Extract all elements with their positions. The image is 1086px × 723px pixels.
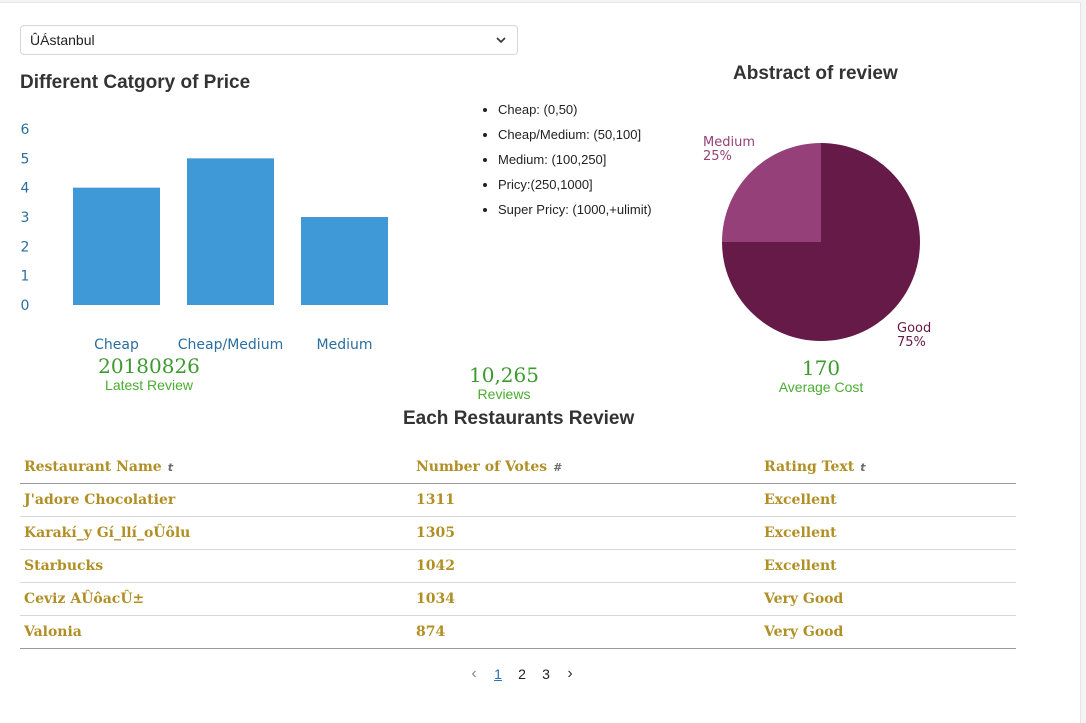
y-tick-label: 2 [21, 239, 30, 255]
cell-restaurant-name[interactable]: Karakí_y Gí_llí_oÛôlu [20, 516, 412, 550]
column-header-label: Number of Votes [416, 459, 548, 475]
pie-chart-title: Abstract of review [733, 63, 898, 84]
cell-votes[interactable]: 1305 [412, 516, 760, 550]
column-header-restaurant-name[interactable]: Restaurant Name t [20, 451, 412, 484]
pie-slice-percent: 75% [897, 335, 926, 350]
next-page-button[interactable]: › [558, 665, 582, 683]
number-sort-icon[interactable]: # [553, 461, 561, 474]
pagination: ‹ 1 2 3 › [462, 665, 582, 683]
page-1-button[interactable]: 1 [486, 666, 510, 682]
stat-value: 170 [801, 356, 841, 380]
table-row: J'adore Chocolatier 1311 Excellent [20, 483, 1016, 517]
previous-page-button[interactable]: ‹ [462, 665, 486, 683]
cell-rating-text[interactable]: Excellent [760, 549, 1016, 583]
cell-restaurant-name[interactable]: J'adore Chocolatier [20, 483, 412, 517]
page-3-button[interactable]: 3 [534, 666, 558, 682]
city-dropdown-value: ÛÁstanbul [30, 32, 95, 48]
restaurant-review-table: Restaurant Name t Number of Votes # Rating… [20, 451, 1016, 649]
y-tick-label: 1 [21, 269, 30, 285]
price-legend-item: Cheap/Medium: (50,100] [498, 124, 658, 145]
dashboard-page: ÛÁstanbul Different Catgory of Price 012… [0, 2, 1081, 723]
table-row: Ceviz AÛôacÛ± 1034 Very Good [20, 582, 1016, 616]
cell-restaurant-name[interactable]: Valonia [20, 615, 412, 649]
y-tick-label: 4 [21, 181, 30, 197]
y-tick-label: 6 [21, 122, 30, 138]
x-tick-label: Medium [317, 337, 373, 353]
table-row: Karakí_y Gí_llí_oÛôlu 1305 Excellent [20, 516, 1016, 550]
text-sort-icon[interactable]: t [860, 461, 865, 474]
column-header-rating-text[interactable]: Rating Text t [760, 451, 1016, 484]
cell-restaurant-name[interactable]: Starbucks [20, 549, 412, 583]
pie-slice[interactable] [722, 143, 821, 242]
table-header-row: Restaurant Name t Number of Votes # Rating… [20, 451, 1016, 484]
bar-chart-title: Different Catgory of Price [20, 72, 251, 93]
price-legend-item: Medium: (100,250] [498, 149, 658, 170]
reviews-count-stat: 10,265 Reviews [424, 364, 584, 403]
chevron-down-icon [496, 37, 506, 44]
table-row: Starbucks 1042 Excellent [20, 549, 1016, 583]
city-dropdown[interactable]: ÛÁstanbul [20, 25, 518, 55]
stat-value: 20180826 [98, 354, 200, 378]
column-header-label: Restaurant Name [24, 459, 162, 475]
pie-slice-label: Good [897, 321, 931, 336]
price-legend: Cheap: (0,50) Cheap/Medium: (50,100] Med… [478, 99, 658, 224]
stat-label: Latest Review [105, 377, 193, 393]
review-pie-chart: Good75% Medium25% [703, 135, 931, 350]
price-legend-item: Pricy:(250,1000] [498, 174, 658, 195]
table-row: Valonia 874 Very Good [20, 615, 1016, 649]
column-header-label: Rating Text [764, 459, 855, 475]
cell-rating-text[interactable]: Excellent [760, 516, 1016, 550]
cell-restaurant-name[interactable]: Ceviz AÛôacÛ± [20, 582, 412, 616]
bar[interactable] [301, 217, 388, 305]
column-header-number-of-votes[interactable]: Number of Votes # [412, 451, 760, 484]
stat-label: Average Cost [778, 379, 864, 395]
pie-slice-percent: 25% [703, 149, 732, 164]
cell-votes[interactable]: 1311 [412, 483, 760, 517]
y-tick-label: 3 [21, 210, 30, 226]
cell-rating-text[interactable]: Excellent [760, 483, 1016, 517]
cell-votes[interactable]: 1042 [412, 549, 760, 583]
bar[interactable] [73, 187, 160, 305]
stat-label: Reviews [477, 386, 531, 402]
page-2-button[interactable]: 2 [510, 666, 534, 682]
latest-review-stat: 20180826 Latest Review [69, 355, 229, 394]
table-title: Each Restaurants Review [403, 408, 635, 429]
x-tick-label: Cheap/Medium [178, 337, 283, 353]
cell-rating-text[interactable]: Very Good [760, 582, 1016, 616]
price-legend-item: Cheap: (0,50) [498, 99, 658, 120]
stat-value: 10,265 [469, 363, 539, 387]
y-tick-label: 0 [21, 298, 30, 314]
cell-votes[interactable]: 874 [412, 615, 760, 649]
pie-slice-label: Medium [703, 135, 755, 150]
cell-votes[interactable]: 1034 [412, 582, 760, 616]
x-tick-label: Cheap [94, 337, 139, 353]
cell-rating-text[interactable]: Very Good [760, 615, 1016, 649]
text-sort-icon[interactable]: t [168, 461, 173, 474]
bar[interactable] [187, 158, 274, 305]
y-tick-label: 5 [21, 151, 30, 167]
price-legend-item: Super Pricy: (1000,+ulimit) [498, 199, 658, 220]
price-category-bar-chart: 0 1 2 3 4 5 6 Cheap Cheap/Medium Medium [21, 122, 388, 353]
average-cost-stat: 170 Average Cost [741, 357, 901, 396]
